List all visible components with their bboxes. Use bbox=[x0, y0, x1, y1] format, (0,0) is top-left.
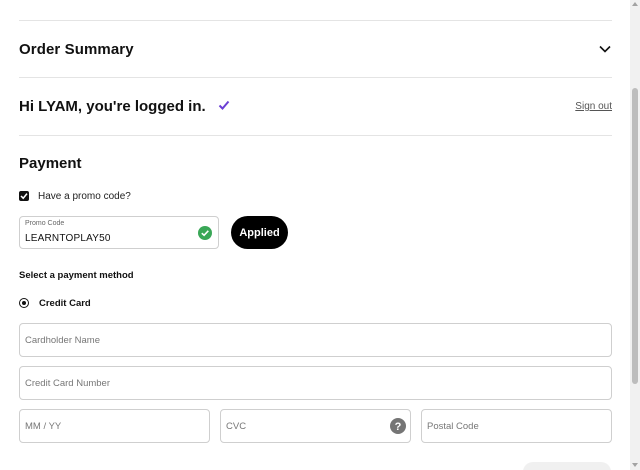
submit-button-partial[interactable] bbox=[523, 462, 611, 470]
promo-code-field[interactable]: Promo Code bbox=[19, 216, 219, 249]
promo-code-label: Promo Code bbox=[25, 220, 65, 227]
checkbox-check-icon bbox=[20, 193, 28, 200]
divider bbox=[19, 20, 612, 21]
expiry-field[interactable] bbox=[19, 409, 210, 443]
order-summary-toggle[interactable]: Order Summary bbox=[19, 38, 612, 62]
checkout-page: Order Summary Hi LYAM, you're logged in.… bbox=[0, 0, 630, 470]
card-number-input[interactable] bbox=[25, 367, 586, 399]
payment-title: Payment bbox=[19, 155, 82, 172]
help-circle-icon[interactable]: ? bbox=[390, 418, 406, 434]
postal-code-field[interactable] bbox=[421, 409, 612, 443]
payment-method-title: Select a payment method bbox=[19, 270, 134, 281]
expiry-input[interactable] bbox=[25, 410, 184, 442]
cardholder-name-input[interactable] bbox=[25, 324, 586, 356]
credit-card-option[interactable]: Credit Card bbox=[19, 296, 91, 310]
credit-card-label: Credit Card bbox=[39, 297, 91, 309]
credit-card-radio[interactable] bbox=[19, 298, 29, 308]
cardholder-name-field[interactable] bbox=[19, 323, 612, 357]
divider bbox=[19, 77, 612, 78]
divider bbox=[19, 135, 612, 136]
promo-code-input[interactable] bbox=[25, 233, 185, 244]
login-message: Hi LYAM, you're logged in. bbox=[19, 98, 206, 115]
promo-code-checkbox-row[interactable]: Have a promo code? bbox=[19, 188, 131, 204]
login-status: Hi LYAM, you're logged in. Sign out bbox=[19, 95, 612, 119]
check-circle-icon bbox=[198, 226, 212, 240]
svg-text:?: ? bbox=[395, 421, 402, 433]
promo-code-checkbox-label: Have a promo code? bbox=[38, 190, 131, 202]
promo-code-checkbox[interactable] bbox=[19, 191, 29, 201]
card-number-field[interactable] bbox=[19, 366, 612, 400]
checkmark-icon bbox=[218, 100, 230, 110]
cvc-field[interactable]: ? bbox=[220, 409, 411, 443]
order-summary-title: Order Summary bbox=[19, 41, 134, 58]
postal-code-input[interactable] bbox=[427, 410, 586, 442]
scroll-down-arrow-icon[interactable] bbox=[632, 463, 638, 467]
scroll-up-arrow-icon[interactable] bbox=[632, 2, 638, 6]
chevron-down-icon[interactable] bbox=[598, 42, 612, 56]
cvc-input[interactable] bbox=[226, 410, 385, 442]
applied-button[interactable]: Applied bbox=[231, 216, 288, 249]
scrollbar-thumb[interactable] bbox=[632, 88, 638, 384]
sign-out-link[interactable]: Sign out bbox=[575, 101, 612, 112]
